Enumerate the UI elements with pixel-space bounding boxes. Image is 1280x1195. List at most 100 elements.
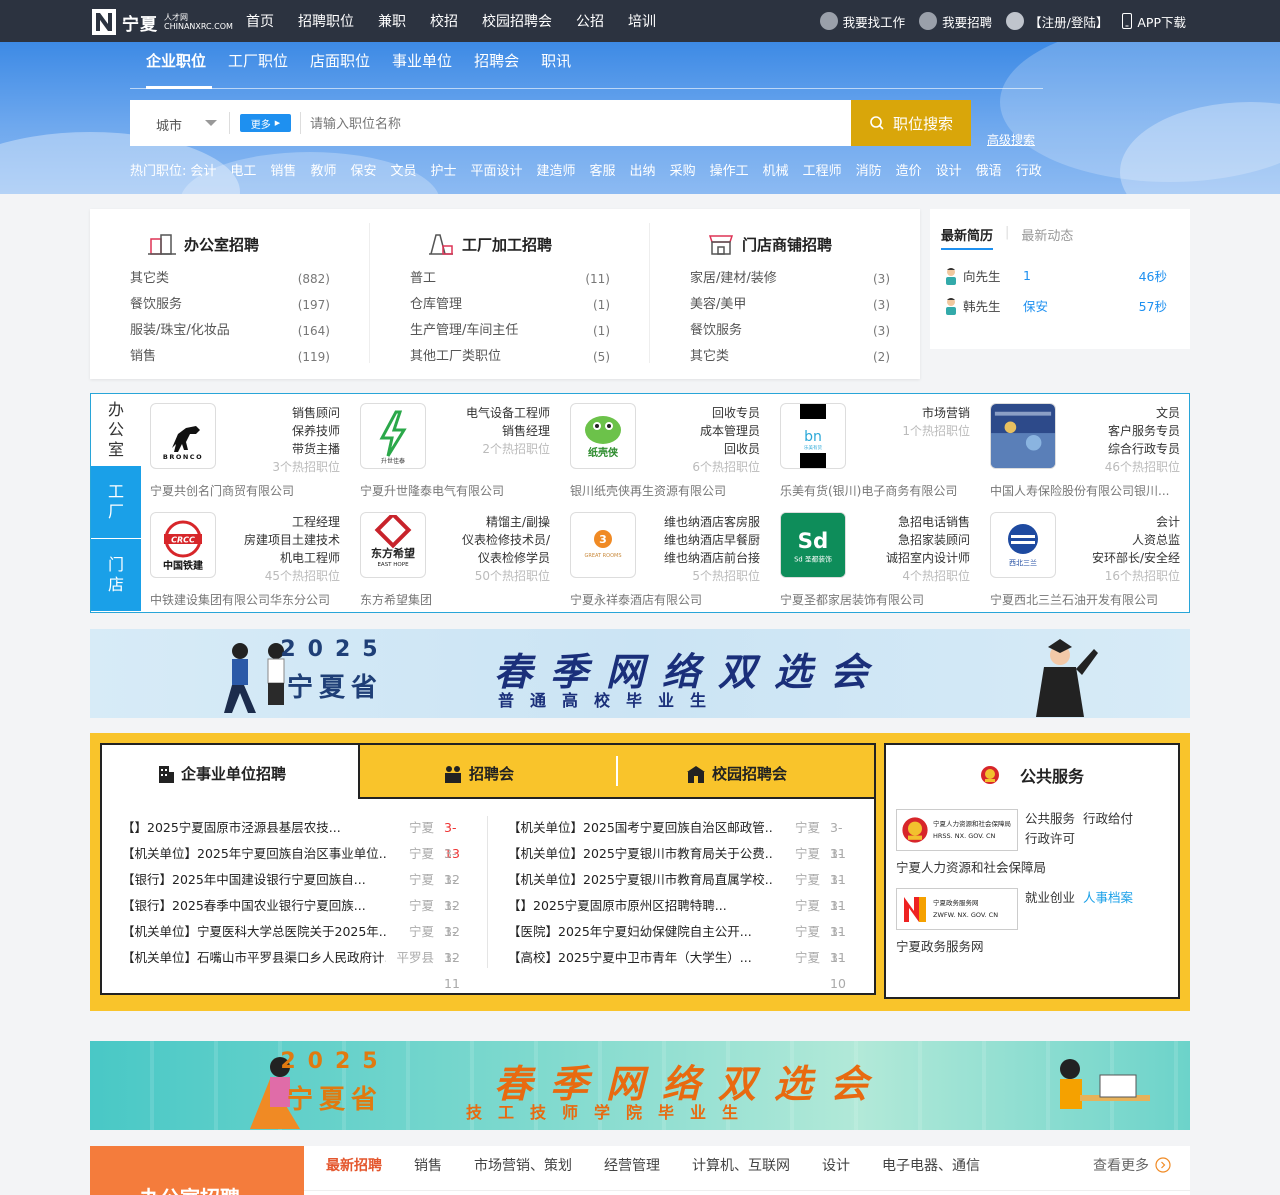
nav-campus[interactable]: 校招 (430, 11, 458, 31)
company-name[interactable]: 宁夏圣都家居装饰有限公司 (780, 591, 975, 608)
nav-jobs[interactable]: 招聘职位 (298, 11, 354, 31)
hot-job-link[interactable]: 造价 (896, 160, 922, 179)
category-row[interactable]: 其他工厂类职位 (5) (410, 347, 610, 373)
hot-job-link[interactable]: 操作工 (710, 160, 749, 179)
hot-job-link[interactable]: 建造师 (537, 160, 576, 179)
category-row[interactable]: 美容/美甲 (3) (690, 295, 890, 321)
company-card[interactable]: bn 乐美有货 市场营销 1个热招职位 乐美有货(银川)电子商务有限公司 (772, 394, 982, 503)
company-card[interactable]: 文员 客户服务专员 综合行政专员 46个热招职位 中国人寿保险股份有限公司银川... (982, 394, 1192, 503)
category-row[interactable]: 普工 (11) (410, 269, 610, 295)
news-item[interactable]: 【机关单位】宁夏医科大学总医院关于2025年... 宁夏 3-12 (122, 919, 472, 965)
hot-job-link[interactable]: 平面设计 (471, 160, 523, 179)
news-item[interactable]: 【高校】2025宁夏中卫市青年（大学生）... 宁夏 3-10 (508, 945, 858, 991)
job-fair-banner[interactable]: 2025 宁夏省 春季网络双选会 普通高校毕业生 (90, 629, 1190, 718)
category-row[interactable]: 餐饮服务 (3) (690, 321, 890, 347)
recruit-link[interactable]: 我要招聘 (919, 12, 992, 31)
gov-service-name[interactable]: 宁夏政务服务网 (896, 936, 984, 955)
hot-job-link[interactable]: 会计 (190, 160, 216, 179)
category-row[interactable]: 仓库管理 (1) (410, 295, 610, 321)
news-item[interactable]: 【】2025宁夏固原市原州区招聘特聘... 宁夏 3-11 (508, 893, 858, 939)
app-download-link[interactable]: APP下载 (1122, 12, 1186, 31)
hot-job-link[interactable]: 机械 (763, 160, 789, 179)
advanced-search-link[interactable]: 高级搜索 (987, 131, 1035, 148)
nav-public[interactable]: 公招 (576, 11, 604, 31)
category-row[interactable]: 家居/建材/装修 (3) (690, 269, 890, 295)
hot-job-link[interactable]: 工程师 (803, 160, 842, 179)
tab-it[interactable]: 计算机、互联网 (692, 1155, 790, 1175)
category-row[interactable]: 其它类 (2) (690, 347, 890, 373)
tab-electronics[interactable]: 电子电器、通信 (882, 1155, 980, 1175)
tab-enterprise-jobs[interactable]: 企业职位 (146, 50, 206, 71)
news-item[interactable]: 【机关单位】石嘴山市平罗县渠口乡人民政府计... 平罗县 3-11 (122, 945, 472, 991)
tab-store-jobs[interactable]: 店面职位 (310, 50, 370, 71)
tab-design[interactable]: 设计 (822, 1155, 850, 1175)
hot-job-link[interactable]: 护士 (430, 160, 456, 179)
job-search-button[interactable]: 职位搜索 (851, 100, 971, 146)
company-name[interactable]: 宁夏共创名门商贸有限公司 (150, 482, 345, 499)
tab-latest-resumes[interactable]: 最新简历 (941, 225, 994, 250)
chevron-down-icon[interactable] (205, 120, 217, 126)
company-card[interactable]: 纸壳侠 回收专员 成本管理员 回收员 6个热招职位 银川纸壳侠再生资源有限公司 (562, 394, 772, 503)
hot-job-link[interactable]: 文员 (390, 160, 416, 179)
news-item[interactable]: 【银行】2025年中国建设银行宁夏回族自... 宁夏 3-12 (122, 867, 472, 913)
hot-job-link[interactable]: 消防 (856, 160, 882, 179)
nav-home[interactable]: 首页 (246, 11, 274, 31)
company-card[interactable]: 西北三兰 会计 人资总监 安环部长/安全经 16个热招职位 宁夏西北三兰石油开发有限… (982, 503, 1192, 612)
news-item[interactable]: 【机关单位】2025年宁夏回族自治区事业单位... 宁夏 3-12 (122, 841, 472, 887)
tab-latest[interactable]: 最新招聘 (326, 1155, 382, 1175)
view-more-link[interactable]: 查看更多 (1093, 1155, 1171, 1175)
more-city-button[interactable]: 更多 ▶ (240, 114, 291, 132)
link-admin-payment[interactable]: 行政给付 (1083, 811, 1133, 826)
news-item[interactable]: 【机关单位】2025国考宁夏回族自治区邮政管... 宁夏 3-11 (508, 815, 858, 861)
company-name[interactable]: 东方希望集团 (360, 591, 555, 608)
tab-job-fair[interactable]: 招聘会 (474, 50, 519, 71)
company-card[interactable]: 3 GREAT ROOMS 维也纳酒店客房服 维也纳酒店早餐厨 维也纳酒店前台接 5个… (562, 503, 772, 612)
nav-campus-fair[interactable]: 校园招聘会 (482, 11, 552, 31)
hot-job-link[interactable]: 电工 (230, 160, 256, 179)
hot-job-link[interactable]: 出纳 (630, 160, 656, 179)
tab-institution[interactable]: 事业单位 (392, 50, 452, 71)
find-job-link[interactable]: 我要找工作 (819, 12, 905, 31)
resume-row[interactable]: 向先生 1 46秒 (945, 266, 1167, 285)
category-row[interactable]: 销售 (119) (130, 347, 330, 373)
job-fair-banner[interactable]: 2025 宁夏省 春季网络双选会 技工技师学院毕业生 (90, 1041, 1190, 1130)
nav-parttime[interactable]: 兼职 (378, 11, 406, 31)
hrss-logo[interactable]: 宁夏人力资源和社会保障局 HRSS. NX. GOV. CN (896, 809, 1018, 851)
company-card[interactable]: 东方希望 EAST HOPE 精馏主/副操 仪表检修技术员/仪表检修学员 50个热招… (352, 503, 562, 612)
news-item[interactable]: 【机关单位】2025宁夏银川市教育局关于公费... 宁夏 3-11 (508, 841, 858, 887)
job-search-input[interactable] (310, 113, 830, 133)
company-card[interactable]: BRONCO 销售顾问 保养技师 带货主播 3个热招职位 宁夏共创名门商贸有限公司 (142, 394, 352, 503)
company-card[interactable]: 升世佳泰 电气设备工程师 销售经理 2个热招职位 宁夏升世隆泰电气有限公司 (352, 394, 562, 503)
hot-job-link[interactable]: 俄语 (976, 160, 1002, 179)
tab-job-fair[interactable]: 招聘会 (443, 763, 514, 784)
tab-enterprise-recruit[interactable]: 企事业单位招聘 (100, 743, 360, 799)
hot-job-link[interactable]: 设计 (936, 160, 962, 179)
hot-job-link[interactable]: 销售 (270, 160, 296, 179)
hot-job-link[interactable]: 采购 (670, 160, 696, 179)
nav-training[interactable]: 培训 (628, 11, 656, 31)
hot-job-link[interactable]: 教师 (310, 160, 336, 179)
company-name[interactable]: 银川纸壳侠再生资源有限公司 (570, 482, 765, 499)
link-public-service[interactable]: 公共服务 (1025, 811, 1075, 826)
tab-sales[interactable]: 销售 (414, 1155, 442, 1175)
tab-latest-activity[interactable]: 最新动态 (1021, 225, 1073, 250)
category-row[interactable]: 其它类 (882) (130, 269, 330, 295)
company-name[interactable]: 宁夏西北三兰石油开发有限公司 (990, 591, 1185, 608)
company-name[interactable]: 中铁建设集团有限公司华东分公司 (150, 591, 345, 608)
company-card[interactable]: Sd Sd 圣都装饰 急招电话销售 急招家装顾问 诚招室内设计师 4个热招职位 宁夏圣… (772, 503, 982, 612)
city-select[interactable]: 城市 (156, 115, 182, 134)
category-row[interactable]: 生产管理/车间主任 (1) (410, 321, 610, 347)
company-name[interactable]: 中国人寿保险股份有限公司银川... (990, 482, 1185, 499)
company-name[interactable]: 宁夏永祥泰酒店有限公司 (570, 591, 765, 608)
tab-job-news[interactable]: 职讯 (541, 50, 571, 71)
tab-campus-fair[interactable]: 校园招聘会 (686, 763, 787, 784)
news-item[interactable]: 【】2025宁夏固原市泾源县基层农技... 宁夏 3-13 (122, 815, 472, 861)
link-employment[interactable]: 就业创业 (1025, 890, 1075, 905)
hot-job-link[interactable]: 保安 (350, 160, 376, 179)
category-row[interactable]: 服装/珠宝/化妆品 (164) (130, 321, 330, 347)
company-card[interactable]: CRCC 中国铁建 工程经理 房建项目土建技术 机电工程师 45个热招职位 中铁建设集… (142, 503, 352, 612)
tab-factory-jobs[interactable]: 工厂职位 (228, 50, 288, 71)
link-admin-license[interactable]: 行政许可 (1025, 831, 1075, 846)
tab-factory[interactable]: 工 厂 (91, 466, 141, 538)
hrss-name[interactable]: 宁夏人力资源和社会保障局 (896, 857, 1046, 876)
